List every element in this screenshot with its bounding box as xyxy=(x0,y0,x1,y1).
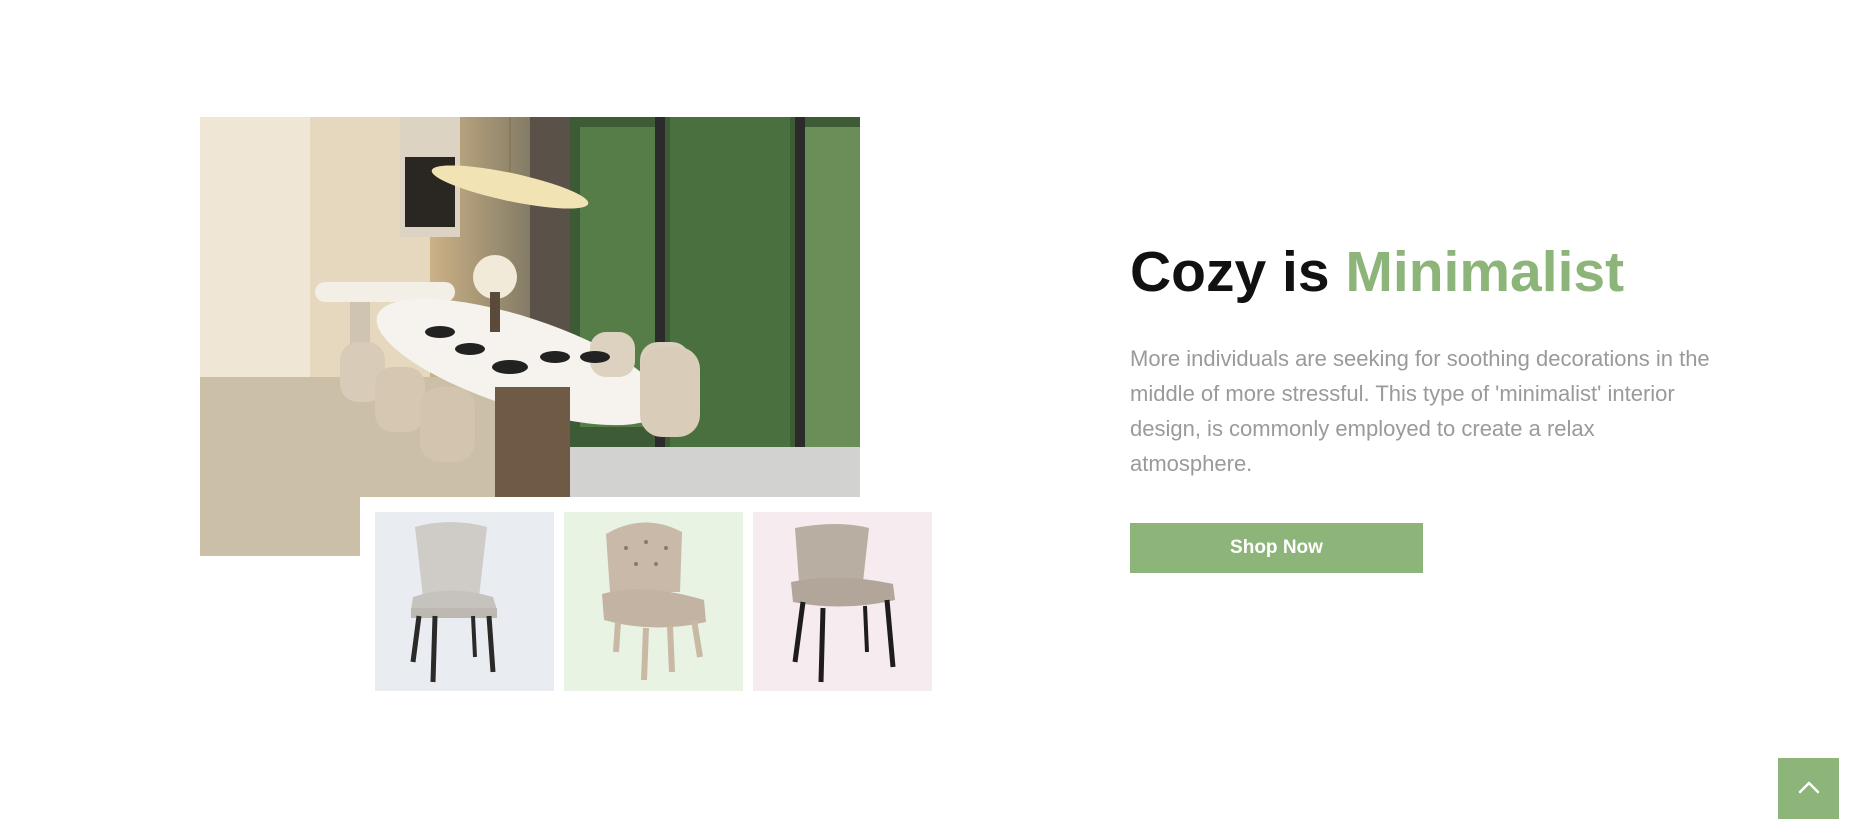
minimalist-section: Cozy is Minimalist More individuals are … xyxy=(0,0,1861,834)
headline-prefix: Cozy is xyxy=(1130,240,1346,304)
headline-accent: Minimalist xyxy=(1345,240,1625,304)
dining-room-photo xyxy=(200,117,860,556)
chair-thumbnail-gray[interactable] xyxy=(375,512,554,691)
section-headline: Cozy is Minimalist xyxy=(1130,232,1624,312)
back-to-top-button[interactable] xyxy=(1778,758,1839,819)
chevron-up-icon xyxy=(1797,779,1821,798)
chair-thumbnail-tufted[interactable] xyxy=(564,512,743,691)
chair-thumbnail-taupe[interactable] xyxy=(753,512,932,691)
shop-now-button[interactable]: Shop Now xyxy=(1130,523,1423,573)
section-description: More individuals are seeking for soothin… xyxy=(1130,346,1710,476)
